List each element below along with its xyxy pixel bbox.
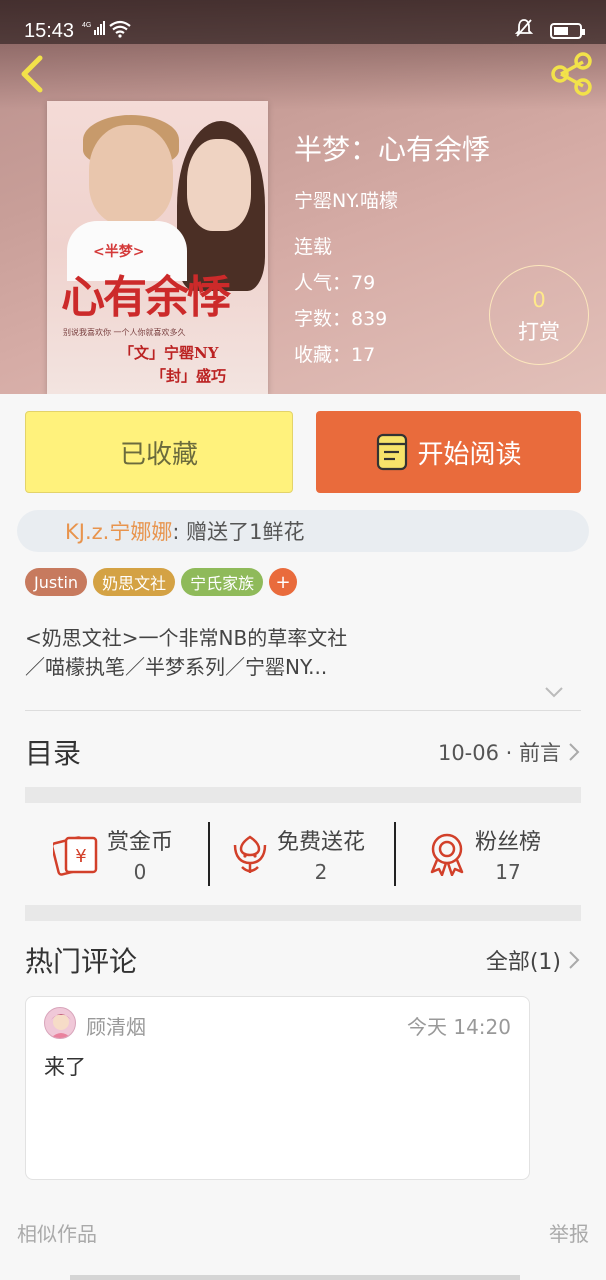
stat-value: 2: [314, 860, 328, 884]
start-reading-button[interactable]: 开始阅读: [316, 411, 581, 493]
gift-user[interactable]: KJ.z.宁娜娜: [65, 516, 172, 546]
divider: [394, 822, 396, 886]
cover-tag: <半梦>: [93, 244, 145, 260]
favorite-button-label: 已收藏: [119, 439, 198, 470]
section-separator: [25, 905, 581, 921]
status-time: 15:43: [24, 20, 75, 42]
action-row: 已收藏 开始阅读: [25, 411, 581, 493]
tip-button[interactable]: 0 打赏: [489, 265, 589, 365]
flower-icon: [233, 835, 267, 873]
fan-ranking-button[interactable]: 粉丝榜 17: [427, 820, 541, 888]
share-button[interactable]: [548, 50, 596, 98]
bottom-tab-strip: [70, 1275, 520, 1280]
all-comments-label: 全部(1): [485, 950, 561, 975]
svg-text:¥: ¥: [75, 846, 86, 867]
add-tag-button[interactable]: +: [269, 568, 298, 596]
cover-credit-artist: 「封」盛巧: [151, 367, 227, 385]
start-reading-label: 开始阅读: [417, 439, 522, 470]
avatar[interactable]: [44, 1007, 76, 1039]
reward-coin-button[interactable]: ¥ 赏金币 0: [53, 820, 173, 888]
report-link[interactable]: 举报: [549, 1218, 589, 1247]
comment-card[interactable]: 顾清烟 今天 14:20 来了: [25, 996, 530, 1180]
cover-credit-writer: 「文」宁罂NY: [119, 344, 219, 362]
stat-label: 粉丝榜: [475, 830, 542, 855]
book-favorites: 收藏：17: [294, 344, 376, 366]
tag-item[interactable]: 宁氏家族: [181, 568, 264, 596]
stat-label: 免费送花: [277, 830, 366, 855]
stats-row: ¥ 赏金币 0 免费送花 2 粉丝榜 17: [25, 820, 581, 888]
comment-time: 今天 14:20: [407, 1015, 511, 1039]
book-cover[interactable]: <半梦> 心有余悸 别说我喜欢你 一个人你就喜欢多久 「文」宁罂NY 「封」盛巧: [47, 101, 268, 394]
cover-tagline: 别说我喜欢你 一个人你就喜欢多久: [63, 328, 186, 337]
book-title: 半梦：心有余悸: [294, 134, 491, 165]
free-flower-button[interactable]: 免费送花 2: [231, 820, 365, 888]
status-bar: 15:43 4G: [0, 0, 606, 44]
signal-icon: 4G: [82, 20, 106, 39]
book-icon: [377, 433, 408, 471]
tag-list: Justin 奶思文社 宁氏家族 +: [25, 568, 298, 596]
toc-row[interactable]: 目录 10-06 · 前言: [25, 730, 581, 774]
silent-icon: [514, 18, 534, 43]
book-header: 15:43 4G <半梦> 心有余悸 别说我喜欢你 一个人你就喜欢多久 「文」宁…: [0, 0, 606, 394]
divider: [208, 822, 210, 886]
tip-count: 0: [532, 288, 546, 312]
book-status: 连载: [294, 236, 333, 258]
book-summary[interactable]: <奶思文社>一个非常NB的草率文社 ／喵檬执笔／半梦系列／宁罂NY...: [25, 624, 425, 682]
similar-works-link[interactable]: 相似作品: [17, 1218, 97, 1247]
summary-line: ／喵檬执笔／半梦系列／宁罂NY...: [25, 655, 328, 679]
chevron-right-icon: [569, 743, 580, 761]
gift-text: : 赠送了1鲜花: [172, 520, 305, 544]
svg-text:4G: 4G: [82, 22, 91, 29]
comment-body: 来了: [44, 1055, 86, 1079]
stat-label: 赏金币: [107, 830, 174, 855]
tag-item[interactable]: 奶思文社: [93, 568, 176, 596]
hot-comments-title: 热门评论: [25, 945, 138, 978]
comment-username[interactable]: 顾清烟: [86, 1011, 146, 1040]
toc-title: 目录: [25, 737, 82, 770]
cover-title: 心有余悸: [61, 272, 231, 323]
back-chevron-icon: [21, 55, 43, 93]
expand-chevron-icon[interactable]: [544, 684, 564, 698]
toc-latest-chapter: 10-06 · 前言: [437, 741, 561, 765]
book-popularity: 人气：79: [294, 272, 376, 294]
share-icon: [551, 52, 592, 96]
medal-icon: [430, 833, 464, 876]
tag-item[interactable]: Justin: [25, 568, 88, 596]
gift-banner: KJ.z.宁娜娜 : 赠送了1鲜花: [17, 510, 589, 552]
back-button[interactable]: [12, 52, 52, 96]
favorite-button[interactable]: 已收藏: [25, 411, 293, 493]
stat-value: 0: [133, 860, 147, 884]
stat-value: 17: [495, 860, 521, 884]
chevron-right-icon: [569, 951, 580, 969]
summary-line: <奶思文社>一个非常NB的草率文社: [25, 626, 348, 650]
book-author[interactable]: 宁罂NY.喵檬: [294, 186, 398, 213]
all-comments-link[interactable]: 全部(1): [486, 944, 581, 976]
book-word-count: 字数：839: [294, 308, 388, 330]
coin-envelope-icon: ¥: [53, 836, 98, 876]
tip-label: 打赏: [518, 320, 560, 344]
divider: [25, 710, 581, 711]
hot-comments-header: 热门评论 全部(1): [25, 938, 581, 982]
section-separator: [25, 787, 581, 803]
wifi-icon: [108, 20, 132, 43]
battery-icon: [550, 22, 585, 39]
